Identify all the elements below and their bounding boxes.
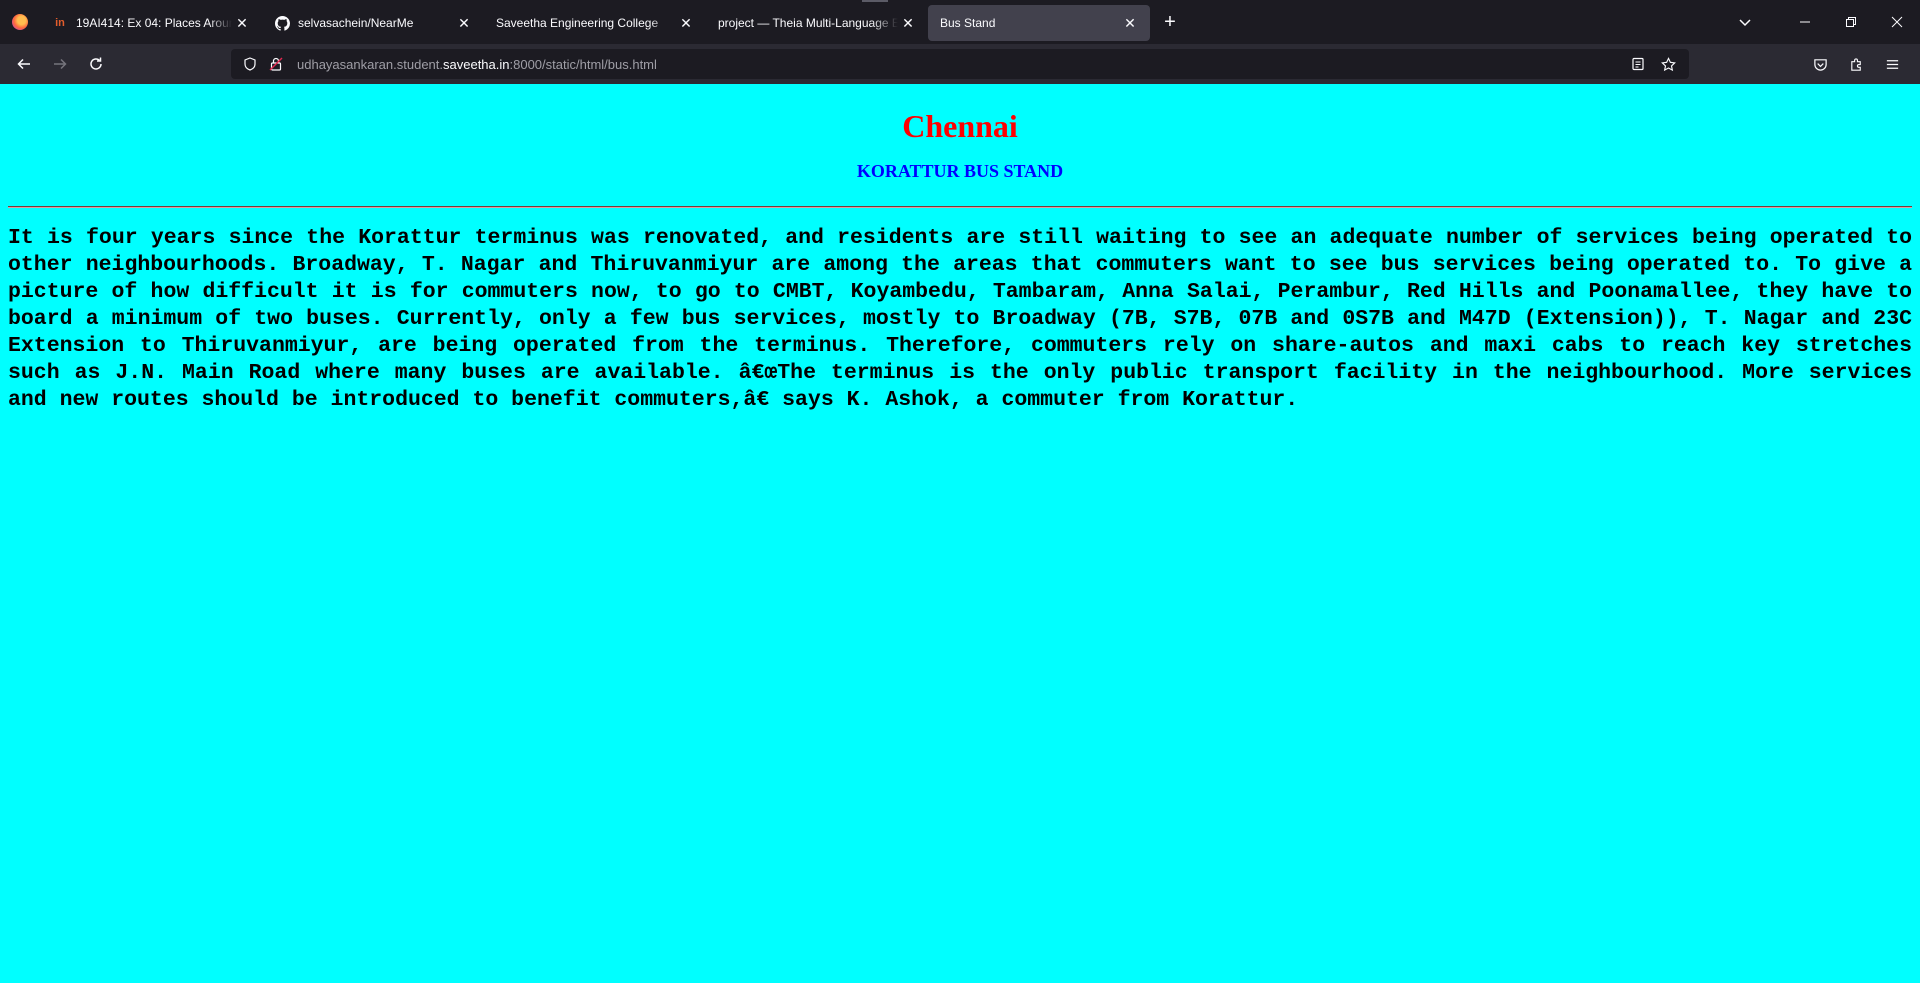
close-tab-icon[interactable]: ✕ [454,13,474,33]
tab-strip: in 19AI414: Ex 04: Places Around M ✕ sel… [0,0,1920,44]
close-tab-icon[interactable]: ✕ [898,13,918,33]
list-all-tabs-icon[interactable] [1722,0,1768,44]
hamburger-menu-icon[interactable] [1874,48,1910,80]
tab-title: Saveetha Engineering College [496,16,659,30]
forward-icon[interactable] [42,48,78,80]
back-icon[interactable] [6,48,42,80]
tab-1[interactable]: in 19AI414: Ex 04: Places Around M ✕ [40,5,262,41]
close-tab-icon[interactable]: ✕ [232,13,252,33]
tab-5-active[interactable]: Bus Stand ✕ [928,5,1150,41]
article-paragraph: It is four years since the Korattur term… [8,226,1912,412]
horizontal-divider [8,206,1912,208]
url-text[interactable]: udhayasankaran.student.saveetha.in:8000/… [297,57,657,72]
tab-title: Bus Stand [940,16,996,30]
tab-title: 19AI414: Ex 04: Places Around M [76,16,232,30]
insecure-lock-icon[interactable] [265,53,287,75]
page-content: Chennai KORATTUR BUS STAND It is four ye… [0,84,1920,983]
close-tab-icon[interactable]: ✕ [1120,13,1140,33]
tab-3[interactable]: Saveetha Engineering College ✕ [484,5,706,41]
github-icon [274,15,290,31]
page-title: Chennai [902,108,1018,144]
tab-4[interactable]: project — Theia Multi-Language Ex ✕ [706,5,928,41]
tab-2[interactable]: selvasachein/NearMe ✕ [262,5,484,41]
tab-title: project — Theia Multi-Language Ex [718,16,898,30]
restore-icon[interactable] [1828,0,1874,44]
instructure-icon: in [55,17,65,29]
close-window-icon[interactable] [1874,0,1920,44]
tracking-protection-shield-icon[interactable] [239,53,261,75]
navigation-toolbar: udhayasankaran.student.saveetha.in:8000/… [0,44,1920,84]
reload-icon[interactable] [78,48,114,80]
new-tab-icon[interactable]: + [1150,4,1190,40]
bookmark-star-icon[interactable] [1657,53,1679,75]
firefox-menu-icon[interactable] [0,0,40,44]
window-controls [1722,0,1920,44]
reader-view-icon[interactable] [1627,53,1649,75]
extensions-icon[interactable] [1838,48,1874,80]
minimize-icon[interactable] [1782,0,1828,44]
tab-title: selvasachein/NearMe [298,16,414,30]
page-subtitle: KORATTUR BUS STAND [856,161,1064,181]
close-tab-icon[interactable]: ✕ [676,13,696,33]
tab-drag-indicator [862,0,888,2]
address-bar[interactable]: udhayasankaran.student.saveetha.in:8000/… [231,49,1689,79]
pocket-icon[interactable] [1802,48,1838,80]
